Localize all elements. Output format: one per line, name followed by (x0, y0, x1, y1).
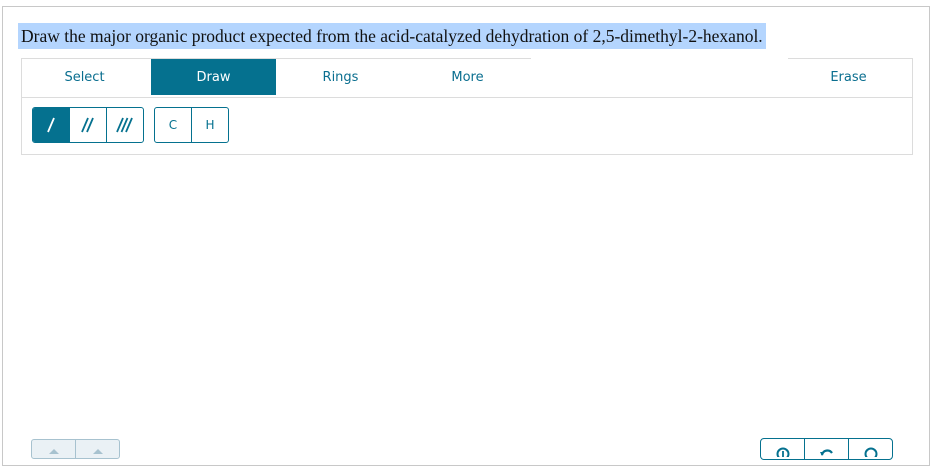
tab-erase[interactable]: Erase (786, 59, 911, 96)
zoom-in-icon (775, 444, 791, 459)
tab-divider-gap (531, 58, 788, 61)
view-controls (760, 438, 893, 460)
tab-rings[interactable]: Rings (278, 59, 403, 96)
zoom-in-button[interactable] (761, 439, 805, 459)
drawing-toolbar: Select Draw Rings More Erase C H (21, 58, 913, 155)
question-text: Draw the major organic product expected … (18, 23, 766, 49)
tab-more[interactable]: More (405, 59, 530, 96)
undo-arrow-icon (47, 445, 61, 458)
undo-button[interactable] (32, 440, 76, 458)
carbon-atom-button[interactable]: C (155, 108, 192, 142)
zoom-out-icon (863, 444, 879, 459)
triple-bond-icon (115, 116, 135, 134)
hydrogen-atom-button[interactable]: H (192, 108, 228, 142)
double-bond-icon (80, 116, 96, 134)
redo-arrow-icon (91, 445, 105, 458)
history-controls (31, 439, 120, 459)
triple-bond-button[interactable] (107, 108, 143, 142)
zoom-out-button[interactable] (849, 439, 892, 459)
bond-tools (32, 107, 144, 143)
redo-button[interactable] (76, 440, 119, 458)
tab-draw[interactable]: Draw (151, 59, 276, 95)
reset-icon (819, 444, 835, 459)
reset-view-button[interactable] (805, 439, 849, 459)
tool-tabs: Select Draw Rings More Erase (22, 58, 912, 98)
tab-select[interactable]: Select (22, 59, 147, 96)
single-bond-icon (44, 116, 58, 134)
atom-tools: C H (154, 107, 229, 143)
single-bond-button[interactable] (33, 108, 70, 142)
double-bond-button[interactable] (70, 108, 107, 142)
